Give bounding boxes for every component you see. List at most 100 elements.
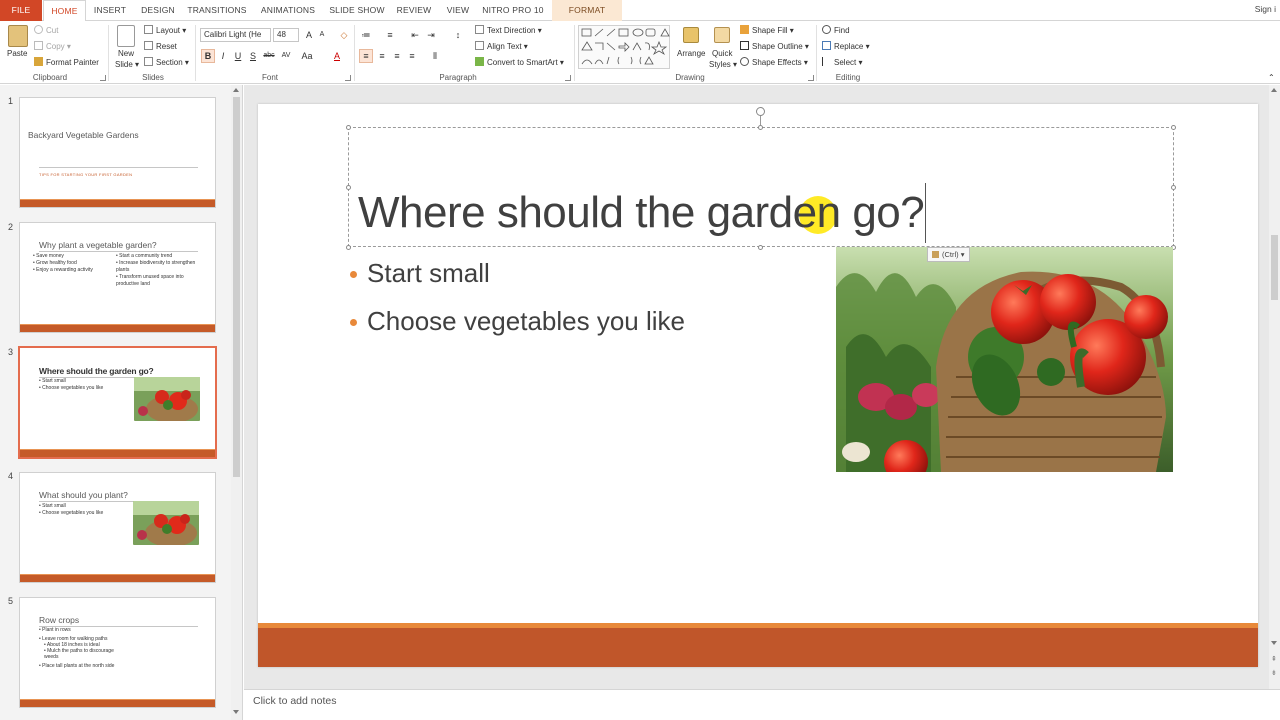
- thumbnail-scrollbar[interactable]: [231, 85, 242, 720]
- current-slide[interactable]: Where should the garden go? Start small …: [258, 104, 1258, 667]
- tab-slide-show[interactable]: SLIDE SHOW: [326, 0, 388, 21]
- tab-review[interactable]: REVIEW: [392, 0, 436, 21]
- next-slide-icon[interactable]: ⇟: [1271, 669, 1277, 677]
- slide-thumbnail-5[interactable]: Row crops • Plant in rows • Leave room f…: [19, 597, 216, 708]
- tab-transitions[interactable]: TRANSITIONS: [184, 0, 250, 21]
- align-right-button[interactable]: ≡: [390, 49, 404, 63]
- shape-fill-button[interactable]: Shape Fill ▾: [740, 25, 794, 35]
- decrease-indent-icon[interactable]: ⇤: [408, 28, 422, 42]
- tab-file[interactable]: FILE: [0, 0, 42, 21]
- slide-number: 3: [8, 347, 14, 357]
- tab-view[interactable]: VIEW: [440, 0, 476, 21]
- find-button[interactable]: Find: [822, 25, 850, 35]
- align-left-button[interactable]: ≡: [359, 49, 373, 63]
- clear-formatting-icon[interactable]: ◇: [337, 28, 351, 42]
- tab-animations[interactable]: ANIMATIONS: [253, 0, 323, 21]
- thumb-title: Backyard Vegetable Gardens: [28, 130, 139, 140]
- copy-button[interactable]: Copy ▾: [34, 41, 71, 51]
- scrollbar-thumb[interactable]: [233, 97, 240, 477]
- slide-thumbnail-1[interactable]: Backyard Vegetable Gardens TIPS FOR STAR…: [19, 97, 216, 208]
- bullets-icon[interactable]: ≔: [359, 28, 373, 42]
- arrange-button[interactable]: Arrange: [677, 49, 705, 58]
- resize-handle[interactable]: [346, 125, 351, 130]
- collapse-ribbon-icon[interactable]: ⌃: [1268, 73, 1275, 82]
- shape-effects-button[interactable]: Shape Effects ▾: [740, 57, 808, 67]
- font-name-dropdown[interactable]: Calibri Light (He: [200, 28, 271, 42]
- editor-scrollbar[interactable]: ⇞ ⇟: [1269, 85, 1280, 689]
- new-slide-label-2[interactable]: Slide ▾: [115, 60, 139, 69]
- font-color-icon[interactable]: A: [330, 49, 344, 63]
- bullet-start-small[interactable]: Start small: [367, 258, 490, 289]
- drawing-launcher-icon[interactable]: [808, 75, 814, 81]
- previous-slide-icon[interactable]: ⇞: [1271, 655, 1277, 663]
- font-launcher-icon[interactable]: [345, 75, 351, 81]
- align-text-button[interactable]: Align Text ▾: [475, 41, 528, 51]
- resize-handle[interactable]: [1171, 185, 1176, 190]
- paste-options-button[interactable]: (Ctrl) ▾: [927, 247, 970, 262]
- new-slide-button[interactable]: New: [118, 49, 134, 58]
- change-case-icon[interactable]: Aa: [300, 49, 314, 63]
- slide-number: 4: [8, 471, 14, 481]
- tab-insert[interactable]: INSERT: [88, 0, 132, 21]
- resize-handle[interactable]: [346, 245, 351, 250]
- group-divider: [108, 25, 109, 81]
- decrease-font-icon[interactable]: A: [315, 28, 329, 42]
- thumb-footer-bar: [20, 199, 215, 207]
- increase-indent-icon[interactable]: ⇥: [424, 28, 438, 42]
- rotate-handle-icon[interactable]: [756, 107, 765, 116]
- select-button[interactable]: Select ▾: [822, 57, 862, 67]
- columns-icon[interactable]: ⫴: [428, 49, 442, 63]
- paragraph-launcher-icon[interactable]: [565, 75, 571, 81]
- align-center-button[interactable]: ≡: [375, 49, 389, 63]
- resize-handle[interactable]: [758, 125, 763, 130]
- scroll-up-icon[interactable]: [233, 88, 239, 92]
- quick-styles-button[interactable]: Quick: [712, 49, 732, 58]
- scroll-up-icon[interactable]: [1271, 88, 1277, 92]
- line-spacing-icon[interactable]: ↕: [451, 28, 465, 42]
- numbering-icon[interactable]: ≡: [383, 28, 397, 42]
- thumb-vegetable-image: [134, 377, 200, 421]
- underline-button[interactable]: U: [231, 49, 245, 63]
- bold-button[interactable]: B: [201, 49, 215, 63]
- scroll-down-icon[interactable]: [1271, 641, 1277, 645]
- slide-thumbnail-4[interactable]: What should you plant? • Start small • C…: [19, 472, 216, 583]
- sign-in-link[interactable]: Sign i: [1255, 4, 1276, 14]
- layout-button[interactable]: Layout ▾: [144, 25, 186, 35]
- pen-icon: [740, 41, 749, 50]
- quick-styles-label-2[interactable]: Styles ▾: [709, 60, 737, 69]
- resize-handle[interactable]: [758, 245, 763, 250]
- notes-pane[interactable]: Click to add notes: [244, 689, 1280, 720]
- italic-button[interactable]: I: [216, 49, 230, 63]
- text-direction-button[interactable]: Text Direction ▾: [475, 25, 542, 35]
- replace-button[interactable]: Replace ▾: [822, 41, 870, 51]
- bullet-choose-vegetables[interactable]: Choose vegetables you like: [367, 306, 685, 337]
- shapes-gallery[interactable]: [578, 25, 670, 69]
- char-spacing-icon[interactable]: AV: [279, 49, 293, 63]
- increase-font-icon[interactable]: A: [302, 28, 316, 42]
- tab-design[interactable]: DESIGN: [136, 0, 180, 21]
- vegetable-basket-mini: [133, 501, 199, 545]
- resize-handle[interactable]: [346, 185, 351, 190]
- clipboard-launcher-icon[interactable]: [100, 75, 106, 81]
- slide-thumbnail-3[interactable]: Where should the garden go? • Start smal…: [18, 346, 217, 459]
- strikethrough-button[interactable]: abc: [262, 49, 276, 63]
- shape-outline-button[interactable]: Shape Outline ▾: [740, 41, 809, 51]
- scrollbar-thumb[interactable]: [1271, 235, 1278, 300]
- tab-format[interactable]: FORMAT: [552, 0, 622, 21]
- convert-smartart-button[interactable]: Convert to SmartArt ▾: [475, 57, 564, 67]
- scroll-down-icon[interactable]: [233, 710, 239, 714]
- vegetable-basket-image[interactable]: [836, 247, 1173, 472]
- tab-home[interactable]: HOME: [43, 0, 86, 22]
- font-size-dropdown[interactable]: 48: [273, 28, 299, 42]
- resize-handle[interactable]: [1171, 125, 1176, 130]
- slide-title[interactable]: Where should the garden go?: [358, 188, 925, 238]
- reset-button[interactable]: Reset: [144, 41, 177, 51]
- slide-thumbnail-2[interactable]: Why plant a vegetable garden? • Save mon…: [19, 222, 216, 333]
- paste-button[interactable]: Paste: [7, 49, 27, 58]
- cut-button[interactable]: Cut: [34, 25, 58, 35]
- section-button[interactable]: Section ▾: [144, 57, 189, 67]
- format-painter-button[interactable]: Format Painter: [34, 57, 99, 67]
- tab-nitro-pro[interactable]: NITRO PRO 10: [480, 0, 546, 21]
- justify-button[interactable]: ≡: [405, 49, 419, 63]
- shadow-button[interactable]: S: [246, 49, 260, 63]
